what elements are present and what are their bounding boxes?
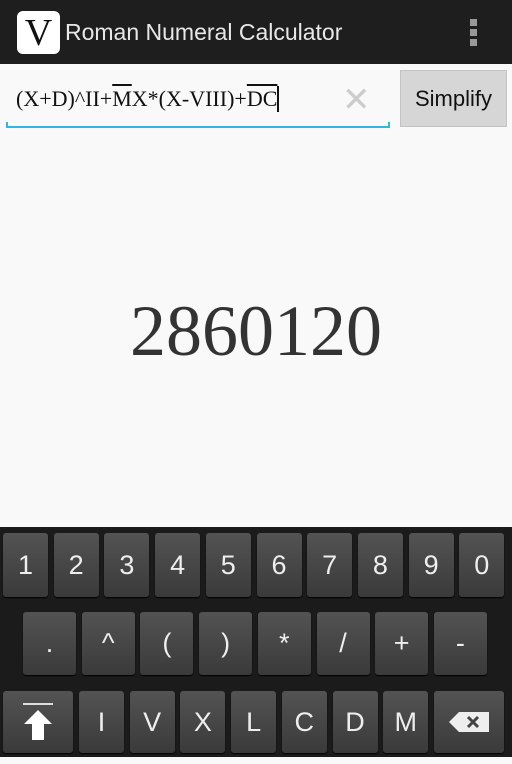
key-6[interactable]: 6 bbox=[256, 533, 302, 597]
input-underline bbox=[6, 122, 390, 128]
simplify-button[interactable]: Simplify bbox=[400, 70, 507, 127]
backspace-key[interactable] bbox=[434, 691, 504, 753]
key-rparen[interactable]: ) bbox=[199, 612, 253, 675]
expression-text: (X+D)^II+MX*(X-VIII)+DC bbox=[16, 86, 279, 112]
key-plus[interactable]: + bbox=[375, 612, 429, 675]
expression-segment: DC bbox=[246, 86, 278, 111]
key-2[interactable]: 2 bbox=[53, 533, 99, 597]
key-1[interactable]: 1 bbox=[3, 533, 48, 597]
key-4[interactable]: 4 bbox=[155, 533, 201, 597]
text-caret bbox=[277, 86, 279, 112]
key-V[interactable]: V bbox=[129, 691, 175, 753]
key-minus[interactable]: - bbox=[433, 612, 487, 675]
app-logo: V bbox=[17, 11, 60, 54]
key-L[interactable]: L bbox=[231, 691, 277, 753]
keyboard: 1 2 3 4 5 6 7 8 9 0. ^() * / + - I V X L C D M bbox=[0, 527, 512, 757]
key-caret[interactable]: ^ bbox=[81, 612, 135, 675]
shift-overline-icon bbox=[23, 703, 53, 740]
expression-segment: X*(X-VIII)+ bbox=[131, 86, 247, 111]
app-title: Roman Numeral Calculator bbox=[65, 19, 343, 45]
key-8[interactable]: 8 bbox=[357, 533, 403, 597]
key-lparen[interactable]: ( bbox=[140, 612, 194, 675]
clear-icon[interactable]: ✕ bbox=[342, 80, 371, 120]
key-dot[interactable]: . bbox=[23, 612, 76, 675]
key-7[interactable]: 7 bbox=[307, 533, 353, 597]
expression-input[interactable]: (X+D)^II+MX*(X-VIII)+DC ✕ bbox=[6, 76, 390, 128]
key-I[interactable]: I bbox=[79, 691, 124, 753]
key-multiply[interactable]: * bbox=[257, 612, 311, 675]
result-value: 2860120 bbox=[130, 291, 382, 371]
key-X[interactable]: X bbox=[180, 691, 226, 753]
shift-key[interactable] bbox=[3, 691, 73, 753]
key-0[interactable]: 0 bbox=[459, 533, 505, 597]
overflow-menu-icon[interactable] bbox=[470, 19, 478, 49]
backspace-icon bbox=[449, 712, 489, 732]
key-divide[interactable]: / bbox=[316, 612, 370, 675]
expression-segment: M bbox=[112, 86, 132, 111]
key-C[interactable]: C bbox=[281, 691, 327, 753]
action-bar: V Roman Numeral Calculator bbox=[0, 0, 512, 64]
key-D[interactable]: D bbox=[332, 691, 378, 753]
key-3[interactable]: 3 bbox=[104, 533, 150, 597]
key-9[interactable]: 9 bbox=[408, 533, 454, 597]
key-5[interactable]: 5 bbox=[205, 533, 251, 597]
expression-segment: (X+D)^II+ bbox=[16, 86, 113, 111]
key-M[interactable]: M bbox=[383, 691, 429, 753]
